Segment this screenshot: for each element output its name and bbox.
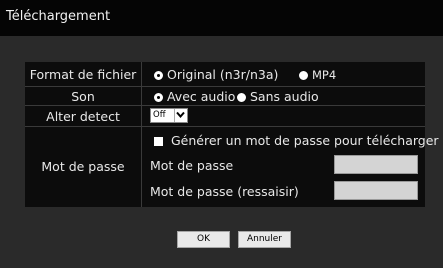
- password-section-label: Mot de passe: [41, 159, 125, 174]
- format-option-mp4[interactable]: MP4: [299, 67, 336, 82]
- radio-selected-icon[interactable]: [154, 93, 163, 102]
- cancel-button[interactable]: Annuler: [238, 231, 291, 248]
- password-field[interactable]: [334, 155, 418, 174]
- sound-option-without-audio-label: Sans audio: [249, 89, 319, 104]
- generate-password-option[interactable]: Générer un mot de passe pour télécharger: [154, 133, 439, 148]
- radio-unselected-icon[interactable]: [237, 93, 246, 102]
- row-sound: Son Avec audio Sans audio: [25, 86, 425, 106]
- ok-button[interactable]: OK: [177, 231, 230, 248]
- alter-detect-value: Off: [153, 110, 166, 120]
- alter-detect-select[interactable]: Off: [150, 108, 188, 123]
- row-alter-detect: Alter detect Off: [25, 105, 425, 127]
- generate-password-label: Générer un mot de passe pour télécharger: [170, 133, 439, 148]
- sound-option-with-audio[interactable]: Avec audio: [154, 89, 235, 104]
- settings-form: Format de fichier Original (n3r/n3a) MP4…: [25, 62, 439, 207]
- radio-unselected-icon[interactable]: [299, 71, 308, 80]
- sound-option-with-audio-label: Avec audio: [166, 89, 236, 104]
- password-confirm-label: Mot de passe (ressaisir): [150, 184, 299, 199]
- chevron-down-icon[interactable]: [174, 109, 187, 122]
- format-option-original[interactable]: Original (n3r/n3a): [154, 67, 278, 82]
- column-divider: [141, 62, 142, 207]
- password-field-label: Mot de passe: [150, 158, 234, 173]
- radio-selected-icon[interactable]: [154, 71, 163, 80]
- window-title: Téléchargement: [6, 9, 111, 24]
- alter-detect-label: Alter detect: [46, 109, 120, 124]
- row-file-format: Format de fichier Original (n3r/n3a) MP4: [25, 62, 425, 87]
- password-confirm-field[interactable]: [334, 181, 418, 200]
- format-option-mp4-label: MP4: [311, 68, 337, 82]
- format-option-original-label: Original (n3r/n3a): [166, 67, 279, 82]
- row-password: Mot de passe Générer un mot de passe pou…: [25, 126, 439, 207]
- sound-label: Son: [71, 89, 95, 104]
- window-title-bar: Téléchargement: [0, 0, 443, 36]
- file-format-label: Format de fichier: [29, 67, 137, 82]
- sound-option-without-audio[interactable]: Sans audio: [237, 89, 319, 104]
- generate-password-checkbox[interactable]: [154, 137, 163, 146]
